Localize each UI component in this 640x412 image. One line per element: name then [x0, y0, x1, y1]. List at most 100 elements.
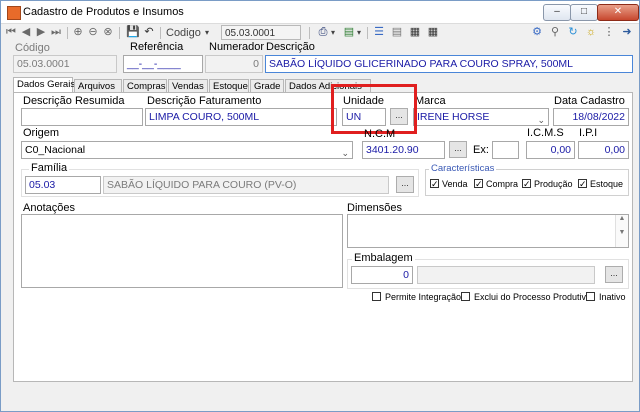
dimensoes-scrollbar[interactable]: ▲ ▼: [615, 215, 628, 247]
grid-icon[interactable]: ▦: [409, 26, 421, 38]
maximize-button[interactable]: □: [570, 4, 598, 21]
dimensoes-textarea[interactable]: ▲ ▼: [347, 214, 629, 248]
origem-value: C0_Nacional: [25, 144, 86, 156]
descricao-faturamento-label: Descrição Faturamento: [147, 95, 262, 107]
chevron-down-icon[interactable]: ▾: [331, 28, 335, 37]
data-cadastro-field[interactable]: 18/08/2022: [553, 108, 629, 126]
toolbar-divider: [119, 27, 120, 39]
permite-integracao-label: Permite Integração: [385, 292, 462, 302]
origem-select[interactable]: C0_Nacional ⌄: [21, 141, 353, 159]
chevron-down-icon: ⌄: [341, 148, 349, 158]
tab-vendas[interactable]: Vendas: [168, 79, 208, 93]
toolbar-divider: [309, 27, 310, 39]
tab-estoque[interactable]: Estoque: [209, 79, 249, 93]
minimize-button[interactable]: –: [543, 4, 571, 21]
descricao-label: Descrição: [266, 41, 315, 53]
familia-label: Família: [29, 162, 70, 174]
tab-grade[interactable]: Grade: [250, 79, 284, 93]
descricao-field[interactable]: SABÃO LÍQUIDO GLICERINADO PARA COURO SPR…: [265, 55, 633, 73]
tools-icon[interactable]: ⚙: [531, 26, 543, 38]
marca-select[interactable]: IRENE HORSE ⌄: [413, 108, 549, 126]
refresh-icon[interactable]: ↻: [567, 26, 579, 38]
chevron-down-icon[interactable]: ▾: [357, 28, 361, 37]
app-icon: [7, 6, 21, 20]
undo-icon[interactable]: ↶: [143, 26, 155, 38]
list-icon[interactable]: ☰: [373, 26, 385, 38]
marca-label: Marca: [415, 95, 446, 107]
toolbar-divider: [367, 27, 368, 39]
tab-dados-gerais[interactable]: Dados Gerais: [13, 77, 75, 93]
product-window: Cadastro de Produtos e Insumos – □ ✕ ⏮ ◀…: [0, 0, 640, 412]
tab-arquivos[interactable]: Arquivos: [74, 79, 122, 93]
save-icon[interactable]: 💾: [126, 26, 140, 38]
estoque-checkbox[interactable]: ✓: [578, 179, 587, 189]
close-button[interactable]: ✕: [597, 4, 639, 21]
anotacoes-label: Anotações: [23, 202, 75, 214]
search-icon[interactable]: ⚲: [549, 26, 561, 38]
descricao-resumida-label: Descrição Resumida: [23, 95, 125, 107]
data-cadastro-label: Data Cadastro: [554, 95, 625, 107]
exit-icon[interactable]: ➜: [621, 26, 633, 38]
venda-checkbox[interactable]: ✓: [430, 179, 439, 189]
toolbar: ⏮ ◀ ▶ ⏭ ⊕ ⊖ ⊗ 💾 ↶ Codigo ▾ 05.03.0001 ⎙ …: [1, 24, 639, 42]
unidade-highlight-box: [331, 84, 417, 134]
title-bar: Cadastro de Produtos e Insumos – □ ✕: [1, 1, 639, 24]
dimensoes-label: Dimensões: [347, 202, 403, 214]
exclui-processo-label: Exclui do Processo Produtivo: [474, 292, 592, 302]
estoque-label: Estoque: [590, 179, 624, 189]
codigo-label: Código: [15, 42, 50, 54]
referencia-field[interactable]: __-__-____: [123, 55, 203, 73]
toolbar-divider: [160, 27, 161, 39]
lightbulb-icon[interactable]: ☼: [585, 26, 597, 38]
marca-value: IRENE HORSE: [417, 111, 490, 123]
embalagem-field[interactable]: 0: [351, 266, 413, 284]
inativo-label: Inativo: [599, 292, 626, 302]
embalagem-description-field: [417, 266, 595, 284]
referencia-label: Referência: [130, 41, 184, 53]
next-record-icon[interactable]: ▶: [35, 26, 47, 38]
embalagem-lookup-button[interactable]: ...: [605, 266, 623, 283]
ex-label: Ex:: [473, 144, 489, 156]
venda-label: Venda: [442, 179, 468, 189]
filter-icon[interactable]: ▦: [427, 26, 439, 38]
icms-field[interactable]: 0,00: [526, 141, 575, 159]
ncm-lookup-button[interactable]: ...: [449, 141, 467, 158]
producao-label: Produção: [534, 179, 573, 189]
chevron-down-icon: ⌄: [537, 115, 545, 125]
familia-description-field: SABÃO LÍQUIDO PARA COURO (PV-O): [103, 176, 389, 194]
codigo-search-input[interactable]: 05.03.0001: [221, 25, 301, 40]
document-icon[interactable]: ▤: [391, 26, 403, 38]
numerador-field: 0: [205, 55, 263, 73]
anotacoes-textarea[interactable]: [21, 214, 343, 288]
delete-icon[interactable]: ⊖: [87, 26, 99, 38]
permite-integracao-checkbox[interactable]: [372, 292, 381, 301]
first-record-icon[interactable]: ⏮: [5, 26, 17, 38]
chart-icon[interactable]: ▤: [343, 26, 355, 38]
inativo-checkbox[interactable]: [586, 292, 595, 301]
print-icon[interactable]: ⎙: [317, 26, 329, 38]
last-record-icon[interactable]: ⏭: [50, 26, 62, 38]
codigo-search-label: Codigo: [166, 27, 201, 39]
producao-checkbox[interactable]: ✓: [522, 179, 531, 189]
cancel-icon[interactable]: ⊗: [102, 26, 114, 38]
prev-record-icon[interactable]: ◀: [20, 26, 32, 38]
ipi-field[interactable]: 0,00: [578, 141, 629, 159]
tab-compras[interactable]: Compras: [123, 79, 167, 93]
window-title: Cadastro de Produtos e Insumos: [23, 6, 184, 18]
ncm-field[interactable]: 3401.20.90: [362, 141, 445, 159]
settings-icon[interactable]: ⋮: [603, 26, 615, 38]
compra-checkbox[interactable]: ✓: [474, 179, 483, 189]
familia-lookup-button[interactable]: ...: [396, 176, 414, 193]
toolbar-divider: [67, 27, 68, 39]
descricao-faturamento-field[interactable]: LIMPA COURO, 500ML: [145, 108, 337, 126]
exclui-processo-checkbox[interactable]: [461, 292, 470, 301]
codigo-field: 05.03.0001: [13, 55, 117, 73]
compra-label: Compra: [486, 179, 519, 189]
add-icon[interactable]: ⊕: [72, 26, 84, 38]
descricao-resumida-field[interactable]: [21, 108, 143, 126]
ex-field[interactable]: [492, 141, 519, 159]
caracteristicas-title: Características: [429, 163, 497, 174]
ncm-label: N.C.M: [364, 128, 396, 140]
chevron-down-icon[interactable]: ▾: [205, 28, 209, 37]
familia-code-field[interactable]: 05.03: [25, 176, 101, 194]
